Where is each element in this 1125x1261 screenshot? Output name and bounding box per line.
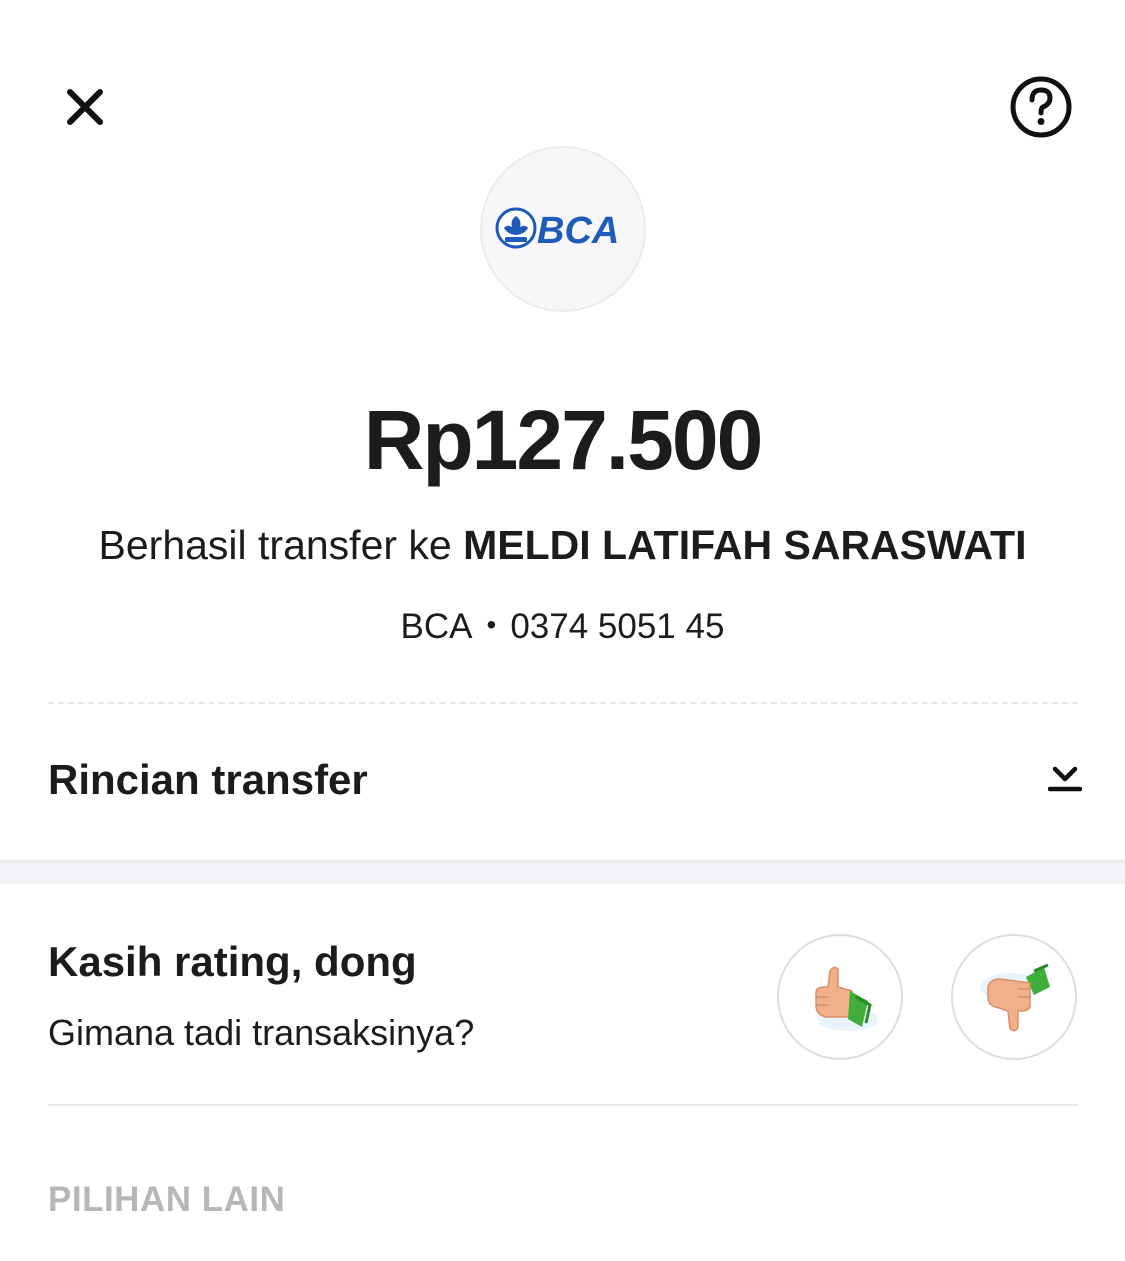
thumbs-up-button[interactable] <box>777 934 903 1060</box>
transfer-details-title: Rincian transfer <box>48 756 368 803</box>
dashed-divider <box>48 702 1078 704</box>
section-separator <box>0 860 1125 884</box>
thumbs-up-icon <box>815 966 878 1031</box>
download-icon[interactable] <box>1048 763 1082 797</box>
account-number: 0374 5051 45 <box>510 607 725 646</box>
help-icon <box>1010 76 1072 138</box>
transfer-success-page: BCA Rp127.500 Berhasil transfer ke MELDI… <box>0 0 1125 1261</box>
recipient-bank: BCA <box>400 607 473 646</box>
divider <box>48 1104 1078 1106</box>
recipient-account: BCA • 0374 5051 45 <box>0 603 1125 649</box>
close-icon <box>67 89 103 125</box>
bca-logo: BCA <box>495 207 619 251</box>
separator-dot: • <box>486 609 497 640</box>
success-message: Berhasil transfer ke MELDI LATIFAH SARAS… <box>0 520 1125 570</box>
rating-title: Kasih rating, dong <box>48 938 417 985</box>
transfer-details-toggle[interactable]: Rincian transfer <box>48 740 1082 820</box>
transfer-amount: Rp127.500 <box>363 393 764 487</box>
rating-subtitle: Gimana tadi transaksinya? <box>48 1012 475 1053</box>
help-button[interactable] <box>1010 76 1072 138</box>
success-prefix: Berhasil transfer ke <box>98 522 464 568</box>
other-options-label: PILIHAN LAIN <box>48 1180 286 1219</box>
bca-logo-text: BCA <box>537 210 619 251</box>
recipient-name: MELDI LATIFAH SARASWATI <box>463 522 1027 568</box>
thumbs-down-icon <box>980 963 1050 1032</box>
thumbs-down-button[interactable] <box>951 934 1077 1060</box>
close-button[interactable] <box>60 82 110 132</box>
bank-logo: BCA <box>480 146 646 312</box>
